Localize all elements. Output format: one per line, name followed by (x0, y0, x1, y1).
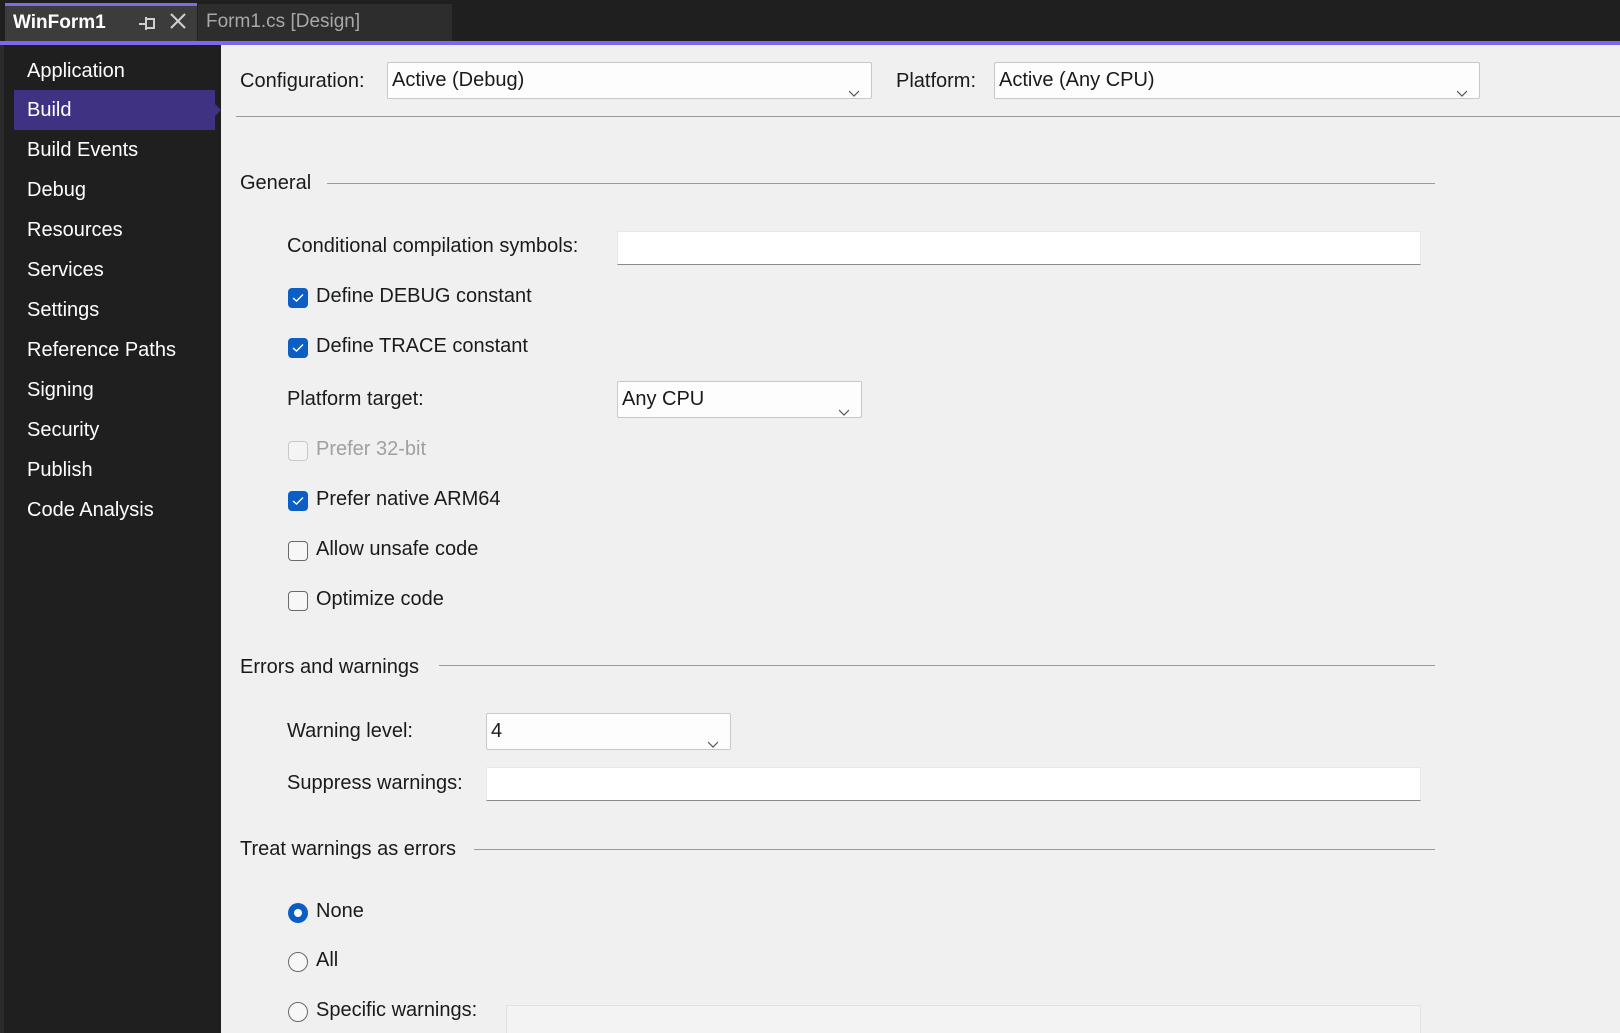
define-trace-checkbox[interactable] (288, 338, 308, 358)
chevron-down-icon (707, 726, 719, 748)
optimize-code-label: Optimize code (316, 588, 444, 610)
header-separator (236, 116, 1620, 117)
group-title-treat-warnings: Treat warnings as errors (240, 838, 456, 860)
configuration-label: Configuration: (240, 70, 365, 92)
prefer-32bit-checkbox (288, 441, 308, 461)
group-title-general: General (240, 172, 312, 194)
sidebar-item-debug[interactable]: Debug (14, 170, 215, 210)
sidebar-item-signing[interactable]: Signing (14, 370, 215, 410)
tab-form1-design[interactable]: Form1.cs [Design] (198, 4, 452, 41)
sidebar: Application Build Build Events Debug Res… (0, 45, 221, 1033)
platform-dropdown[interactable]: Active (Any CPU) (994, 62, 1480, 99)
sidebar-item-code-analysis[interactable]: Code Analysis (14, 490, 215, 530)
sidebar-item-security[interactable]: Security (14, 410, 215, 450)
specific-warnings-input (506, 1005, 1421, 1033)
sidebar-item-build[interactable]: Build (14, 90, 221, 130)
prefer-arm64-checkbox[interactable] (288, 491, 308, 511)
group-rule-errors-warnings (439, 665, 1435, 666)
platform-target-value: Any CPU (622, 388, 705, 410)
group-rule-treat-warnings (474, 849, 1435, 850)
tab-title: WinForm1 (13, 12, 106, 33)
radio-none-label: None (316, 900, 364, 922)
allow-unsafe-checkbox[interactable] (288, 541, 308, 561)
conditional-symbols-input[interactable] (617, 231, 1421, 265)
tab-winform1[interactable]: WinForm1 (5, 3, 197, 41)
warning-level-value: 4 (491, 720, 503, 742)
tab-title: Form1.cs [Design] (206, 11, 361, 32)
configuration-dropdown[interactable]: Active (Debug) (387, 62, 872, 99)
configuration-value: Active (Debug) (392, 69, 525, 91)
close-icon[interactable] (169, 12, 187, 35)
sidebar-item-settings[interactable]: Settings (14, 290, 215, 330)
warning-level-dropdown[interactable]: 4 (486, 713, 731, 750)
sidebar-edge (0, 45, 4, 1033)
sidebar-item-reference-paths[interactable]: Reference Paths (14, 330, 215, 370)
platform-target-dropdown[interactable]: Any CPU (617, 381, 862, 418)
group-rule-general (327, 183, 1435, 184)
sidebar-item-build-events[interactable]: Build Events (14, 130, 215, 170)
radio-all-label: All (316, 949, 339, 971)
sidebar-item-services[interactable]: Services (14, 250, 215, 290)
group-title-errors-warnings: Errors and warnings (240, 656, 419, 678)
chevron-down-icon (1456, 75, 1468, 97)
prefer-32bit-label: Prefer 32-bit (316, 438, 427, 460)
chevron-down-icon (848, 75, 860, 97)
suppress-warnings-label: Suppress warnings: (287, 772, 463, 794)
platform-target-label: Platform target: (287, 388, 424, 410)
build-properties-page: Configuration: Active (Debug) Platform: … (221, 45, 1620, 1033)
radio-specific-warnings[interactable] (288, 1002, 308, 1022)
sidebar-item-resources[interactable]: Resources (14, 210, 215, 250)
sidebar-item-publish[interactable]: Publish (14, 450, 215, 490)
define-debug-checkbox[interactable] (288, 288, 308, 308)
pin-icon[interactable] (138, 16, 156, 30)
suppress-warnings-input[interactable] (486, 767, 1421, 801)
platform-label: Platform: (896, 70, 977, 92)
allow-unsafe-label: Allow unsafe code (316, 538, 479, 560)
radio-all[interactable] (288, 952, 308, 972)
radio-specific-warnings-label: Specific warnings: (316, 999, 478, 1021)
prefer-arm64-label: Prefer native ARM64 (316, 488, 501, 510)
chevron-down-icon (838, 394, 850, 416)
warning-level-label: Warning level: (287, 720, 413, 742)
optimize-code-checkbox[interactable] (288, 591, 308, 611)
conditional-symbols-label: Conditional compilation symbols: (287, 235, 579, 257)
radio-none[interactable] (288, 903, 308, 923)
platform-value: Active (Any CPU) (999, 69, 1155, 91)
define-trace-label: Define TRACE constant (316, 335, 528, 357)
sidebar-item-application[interactable]: Application (14, 51, 215, 91)
define-debug-label: Define DEBUG constant (316, 285, 532, 307)
